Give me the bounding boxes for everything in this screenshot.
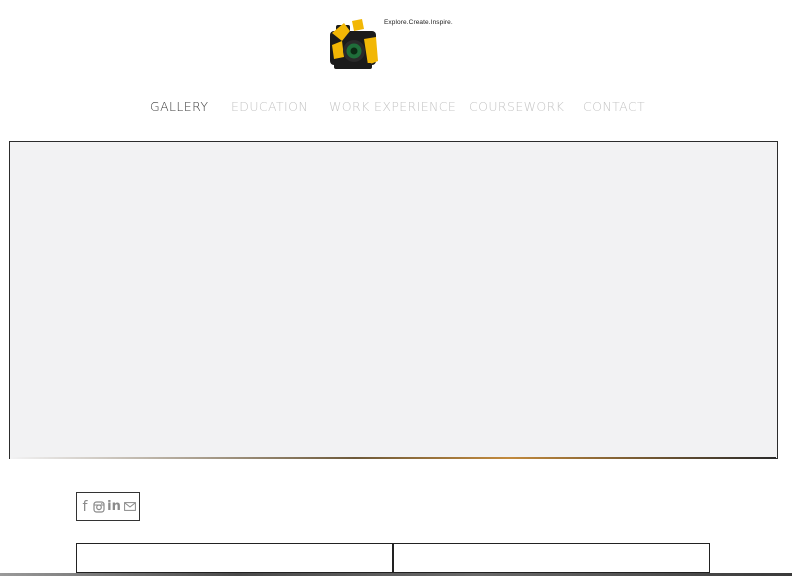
nav-item-gallery[interactable]: GALLERY bbox=[150, 99, 208, 114]
gallery-slideshow[interactable] bbox=[9, 141, 778, 459]
social-bar: f in bbox=[76, 492, 140, 521]
nav-item-education[interactable]: EDUCATION bbox=[231, 99, 308, 114]
email-icon[interactable] bbox=[123, 499, 136, 515]
content-box-right bbox=[393, 543, 710, 573]
site-tagline: Explore.Create.Inspire. bbox=[384, 19, 453, 26]
facebook-icon[interactable]: f bbox=[80, 499, 90, 515]
content-box-left bbox=[76, 543, 393, 573]
gallery-bottom-strip bbox=[10, 457, 776, 459]
nav-item-coursework[interactable]: COURSEWORK bbox=[469, 99, 564, 114]
nav-item-work-experience[interactable]: WORK EXPERIENCE bbox=[329, 99, 456, 114]
nav-item-contact[interactable]: CONTACT bbox=[583, 99, 645, 114]
camera-logo-icon bbox=[330, 19, 378, 69]
linkedin-icon[interactable]: in bbox=[107, 499, 121, 515]
site-logo[interactable] bbox=[328, 17, 380, 71]
main-nav: GALLERY EDUCATION WORK EXPERIENCE COURSE… bbox=[0, 99, 792, 117]
instagram-icon[interactable] bbox=[92, 499, 105, 515]
